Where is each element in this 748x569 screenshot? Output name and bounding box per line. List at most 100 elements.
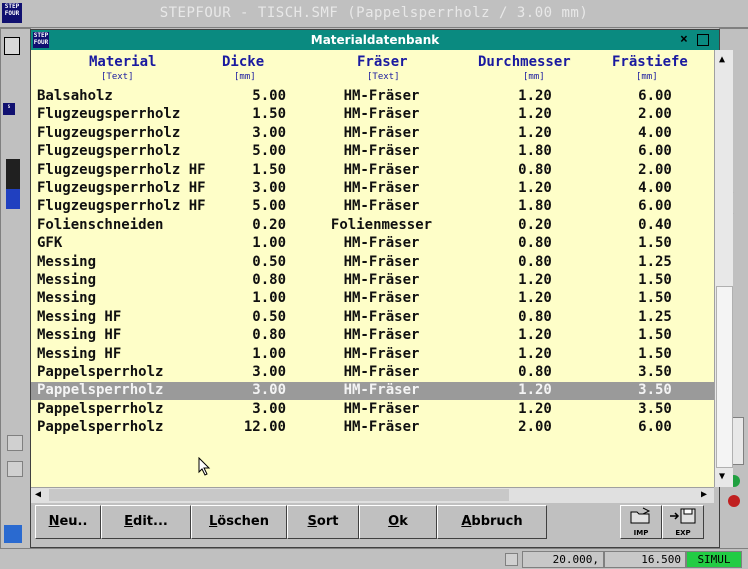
table-row[interactable]: Messing 1.00 HM-Fräser 1.20 1.50 (31, 290, 714, 308)
cell-dicke: 3.00 (252, 400, 286, 417)
cell-fraeser: HM-Fräser (343, 419, 420, 436)
table-row[interactable]: Messing HF 1.00 HM-Fräser 1.20 1.50 (31, 346, 714, 364)
new-button-label: eu.. (59, 514, 88, 529)
bg-color-swatch (6, 159, 20, 189)
cell-fraeser: HM-Fräser (343, 382, 420, 399)
bg-k-button (4, 525, 22, 543)
sort-button[interactable]: Sort (287, 505, 359, 539)
cell-material: Messing HF (37, 345, 122, 362)
cell-dicke: 0.50 (252, 308, 286, 325)
status-mode-indicator: SIMUL (686, 551, 742, 568)
table-row[interactable]: Messing HF 0.50 HM-Fräser 0.80 1.25 (31, 309, 714, 327)
horizontal-scrollbar[interactable]: ◀ ▶ (31, 487, 714, 503)
cell-fraestiefe: 1.50 (638, 272, 672, 288)
cell-material: Pappelsperrholz (37, 400, 164, 417)
vertical-scroll-thumb[interactable] (716, 286, 733, 468)
col-header-durchmesser[interactable]: Durchmesser (478, 54, 571, 70)
cell-fraestiefe: 6.00 (638, 419, 672, 436)
dialog-title-bar: STEP FOUR Materialdatenbank × (31, 30, 719, 50)
disk-export-icon (670, 508, 696, 524)
horizontal-scroll-thumb[interactable] (49, 489, 509, 501)
cell-fraeser: HM-Fräser (343, 290, 420, 307)
table-row[interactable]: Messing 0.80 HM-Fräser 1.20 1.50 (31, 272, 714, 290)
ok-button[interactable]: Ok (359, 505, 437, 539)
scroll-up-icon[interactable]: ▲ (719, 54, 725, 65)
scroll-left-icon[interactable]: ◀ (35, 489, 41, 500)
cell-fraeser: HM-Fräser (343, 308, 420, 325)
cell-material: Flugzeugsperrholz HF (37, 161, 206, 178)
dialog-close-icon[interactable]: × (680, 32, 694, 48)
cell-durchmesser: 2.00 (518, 419, 552, 436)
table-row[interactable]: Messing HF 0.80 HM-Fräser 1.20 1.50 (31, 327, 714, 345)
col-header-material[interactable]: Material (89, 54, 156, 70)
table-row[interactable]: Pappelsperrholz 12.00 HM-Fräser 2.00 6.00 (31, 419, 714, 437)
table-row[interactable]: Flugzeugsperrholz HF 3.00 HM-Fräser 1.20 4.0… (31, 180, 714, 198)
cell-fraeser: HM-Fräser (343, 235, 420, 252)
edit-button[interactable]: Edit... (101, 505, 191, 539)
col-header-dicke[interactable]: Dicke (222, 54, 264, 70)
cell-fraestiefe: 6.00 (638, 88, 672, 104)
table-row[interactable]: GFK 1.00 HM-Fräser 0.80 1.50 (31, 235, 714, 253)
cell-fraeser: HM-Fräser (343, 161, 420, 178)
scroll-right-icon[interactable]: ▶ (701, 489, 707, 500)
cell-dicke: 5.00 (252, 143, 286, 160)
sort-button-label: ort (316, 514, 339, 529)
cell-dicke: 3.00 (252, 364, 286, 380)
folder-import-icon (630, 507, 651, 524)
cell-dicke: 3.00 (252, 124, 286, 141)
cell-dicke: 3.00 (252, 180, 286, 196)
scroll-down-icon[interactable]: ▼ (719, 471, 725, 482)
cell-dicke: 3.00 (252, 382, 286, 399)
cell-fraeser: HM-Fräser (343, 124, 420, 141)
table-row[interactable]: Flugzeugsperrholz HF 5.00 HM-Fräser 1.80 6.0… (31, 198, 714, 216)
cell-durchmesser: 1.20 (518, 124, 552, 141)
table-row[interactable]: Folienschneiden 0.20 Folienmesser 0.20 0.40 (31, 217, 714, 235)
cell-durchmesser: 1.20 (518, 382, 552, 399)
table-row[interactable]: Pappelsperrholz 3.00 HM-Fräser 1.20 3.50 (31, 401, 714, 419)
delete-button[interactable]: Löschen (191, 505, 287, 539)
ok-button-key: O (388, 514, 400, 529)
table-row[interactable]: Flugzeugsperrholz 1.50 HM-Fräser 1.20 2.00 (31, 106, 714, 124)
table-row[interactable]: Balsaholz 5.00 HM-Fräser 1.20 6.00 (31, 88, 714, 106)
cell-durchmesser: 1.20 (518, 327, 552, 344)
cancel-button[interactable]: Abbruch (437, 505, 547, 539)
status-x-coordinate: 20.000, (522, 551, 604, 568)
cell-material: Messing HF (37, 308, 122, 325)
table-row[interactable]: Pappelsperrholz 3.00 HM-Fräser 0.80 3.50 (31, 364, 714, 382)
export-button[interactable]: EXP (662, 505, 704, 539)
status-checkbox[interactable] (505, 553, 518, 566)
background-left-panel: S (0, 28, 31, 549)
cell-fraestiefe: 1.50 (638, 345, 672, 362)
cell-durchmesser: 0.80 (518, 308, 552, 325)
table-row-selected[interactable]: Pappelsperrholz 3.00 HM-Fräser 1.20 3.50 (31, 382, 714, 401)
col-unit-material: [Text] (101, 72, 134, 82)
cell-fraeser: HM-Fräser (343, 345, 420, 362)
vertical-scrollbar[interactable]: ▲ ▼ (714, 50, 733, 487)
table-row[interactable]: Flugzeugsperrholz 3.00 HM-Fräser 1.20 4.00 (31, 125, 714, 143)
cell-dicke: 5.00 (252, 88, 286, 104)
material-table: Material [Text] Dicke [mm] Fräser [Text]… (31, 50, 714, 487)
material-database-dialog: STEP FOUR Materialdatenbank × Material [T… (30, 29, 733, 548)
col-header-fraestiefe[interactable]: Frästiefe (612, 54, 688, 70)
cell-fraestiefe: 1.25 (638, 253, 672, 270)
cell-material: Pappelsperrholz (37, 382, 164, 399)
cell-durchmesser: 1.20 (518, 400, 552, 417)
cell-durchmesser: 1.20 (518, 345, 552, 362)
import-button[interactable]: IMP (620, 505, 662, 539)
cancel-button-label: bbruch (471, 514, 523, 529)
new-button[interactable]: Neu.. (35, 505, 101, 539)
table-row[interactable]: Messing 0.50 HM-Fräser 0.80 1.25 (31, 254, 714, 272)
table-row[interactable]: Flugzeugsperrholz HF 1.50 HM-Fräser 0.80 2.0… (31, 162, 714, 180)
cell-fraestiefe: 1.50 (638, 290, 672, 307)
col-header-fraeser[interactable]: Fräser (357, 54, 408, 70)
mouse-cursor-icon (198, 457, 211, 476)
dialog-maximize-icon[interactable] (697, 34, 709, 46)
table-row[interactable]: Flugzeugsperrholz 5.00 HM-Fräser 1.80 6.00 (31, 143, 714, 161)
cell-fraestiefe: 3.50 (638, 364, 672, 380)
cell-fraeser: HM-Fräser (343, 327, 420, 344)
bg-tool-icon (4, 37, 20, 55)
cell-durchmesser: 1.20 (518, 106, 552, 123)
cell-material: Pappelsperrholz (37, 419, 164, 436)
cell-material: Flugzeugsperrholz (37, 124, 181, 141)
cell-fraestiefe: 4.00 (638, 180, 672, 196)
